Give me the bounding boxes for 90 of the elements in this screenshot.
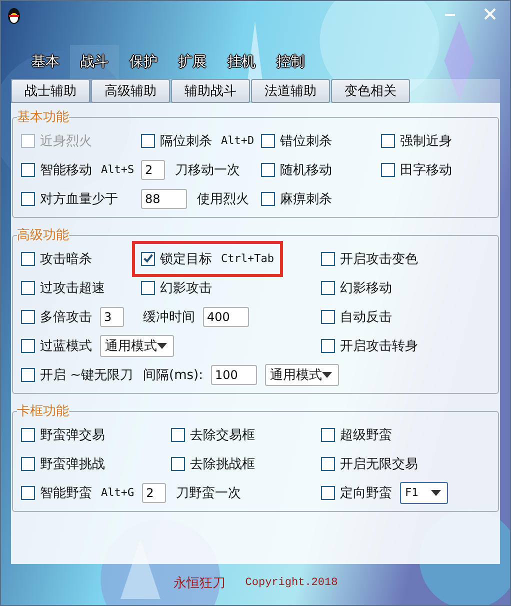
checkbox[interactable] bbox=[21, 280, 35, 294]
caret-icon bbox=[322, 372, 332, 378]
dropdown[interactable]: 通用模式 bbox=[265, 364, 339, 386]
group-title: 基本功能 bbox=[17, 109, 69, 126]
checkbox[interactable] bbox=[21, 456, 35, 470]
field-label: 缓冲时间 bbox=[143, 308, 195, 326]
checkbox-label: 开启攻击转身 bbox=[340, 338, 418, 354]
checkbox-label: 田字移动 bbox=[400, 162, 452, 178]
checkbox-label: 去除挑战框 bbox=[190, 456, 255, 472]
checkbox-label: 智能野蛮 bbox=[40, 484, 92, 502]
checkbox-label: 开启攻击变色 bbox=[340, 250, 418, 268]
tab[interactable]: 变色相关 bbox=[331, 79, 410, 103]
tab[interactable]: 高级辅助 bbox=[91, 79, 170, 103]
field-label: 间隔(ms): bbox=[143, 366, 203, 384]
checkbox-label: 多倍攻击 bbox=[40, 308, 92, 326]
checkbox-label: 自动反击 bbox=[340, 308, 392, 326]
app-name: 永恒狂刀 bbox=[173, 575, 226, 592]
checkbox[interactable] bbox=[261, 134, 275, 148]
checkbox[interactable] bbox=[21, 310, 35, 324]
group-title: 高级功能 bbox=[17, 227, 69, 244]
checkbox-label: 近身烈火 bbox=[40, 132, 92, 150]
penguin-icon bbox=[6, 7, 22, 25]
checkbox-label: 幻影攻击 bbox=[160, 280, 212, 296]
checkbox-label: 智能移动 bbox=[40, 162, 92, 178]
input-field[interactable]: 400 bbox=[203, 306, 249, 326]
input-field[interactable]: 88 bbox=[141, 188, 187, 208]
tab[interactable]: 战斗 bbox=[70, 45, 119, 79]
checkbox[interactable] bbox=[321, 310, 335, 324]
checkbox[interactable] bbox=[21, 192, 35, 206]
tab[interactable]: 辅助战斗 bbox=[171, 79, 250, 103]
input-field[interactable]: 100 bbox=[211, 364, 257, 384]
checkbox-label: 定向野蛮 bbox=[340, 484, 392, 502]
close-icon bbox=[484, 8, 496, 20]
field-label: 使用烈火 bbox=[197, 190, 249, 208]
field-label: 刀移动一次 bbox=[175, 162, 240, 178]
tab[interactable]: 法道辅助 bbox=[251, 79, 330, 103]
checkbox-label: 野蛮弹挑战 bbox=[40, 456, 105, 472]
checkbox[interactable] bbox=[171, 456, 185, 470]
checkbox-label: 错位刺杀 bbox=[280, 132, 332, 150]
checkbox-label: 随机移动 bbox=[280, 162, 332, 178]
tab[interactable]: 战士辅助 bbox=[11, 79, 90, 103]
caret-icon bbox=[157, 342, 167, 348]
tab[interactable]: 基本 bbox=[21, 45, 70, 79]
checkbox-label: 野蛮弹交易 bbox=[40, 426, 105, 444]
caret-icon bbox=[431, 490, 441, 496]
input-field[interactable]: 2 bbox=[142, 482, 166, 502]
checkbox[interactable] bbox=[141, 280, 155, 294]
checkbox[interactable] bbox=[21, 162, 35, 176]
checkbox-label: 开启无限交易 bbox=[340, 456, 418, 472]
checkbox-label: 攻击暗杀 bbox=[40, 250, 92, 268]
checkbox-label: 开启 ~键无限刀 bbox=[40, 366, 134, 384]
checkbox[interactable] bbox=[321, 338, 335, 352]
hotkey-label: Alt+G bbox=[101, 486, 134, 499]
checkbox[interactable] bbox=[321, 280, 335, 294]
checkbox[interactable] bbox=[321, 428, 335, 442]
checkbox[interactable] bbox=[141, 252, 155, 266]
checkbox-label: 对方血量少于 bbox=[40, 190, 118, 208]
hotkey-label: Ctrl+Tab bbox=[221, 252, 274, 265]
checkbox[interactable] bbox=[21, 368, 35, 382]
checkbox-label: 锁定目标 bbox=[160, 250, 212, 268]
checkbox-label: 强制近身 bbox=[400, 132, 452, 150]
checkbox-label: 麻痹刺杀 bbox=[280, 190, 332, 208]
copyright-text: Copyright.2018 bbox=[245, 577, 338, 589]
field-label: 刀野蛮一次 bbox=[176, 484, 242, 502]
checkbox-label: 去除交易框 bbox=[190, 426, 255, 444]
checkbox[interactable] bbox=[321, 456, 335, 470]
group-title: 卡框功能 bbox=[17, 403, 69, 420]
checkbox[interactable] bbox=[171, 428, 185, 442]
input-field[interactable]: 3 bbox=[100, 306, 124, 326]
dropdown[interactable]: 通用模式 bbox=[100, 334, 174, 356]
hotkey-label: Alt+S bbox=[101, 163, 134, 176]
checkbox[interactable] bbox=[141, 134, 155, 148]
checkbox[interactable] bbox=[21, 338, 35, 352]
hotkey-label: Alt+D bbox=[221, 134, 254, 147]
checkbox[interactable] bbox=[21, 486, 35, 500]
checkbox-label: 超级野蛮 bbox=[340, 426, 392, 444]
dropdown[interactable]: F1 bbox=[400, 482, 448, 504]
checkbox-label: 隔位刺杀 bbox=[160, 132, 212, 150]
checkbox-label: 过蓝模式 bbox=[40, 338, 92, 354]
checkbox[interactable] bbox=[381, 162, 395, 176]
checkbox[interactable] bbox=[21, 428, 35, 442]
checkbox-label: 过攻击超速 bbox=[40, 280, 105, 296]
checkbox[interactable] bbox=[381, 134, 395, 148]
checkbox[interactable] bbox=[321, 486, 335, 500]
checkbox[interactable] bbox=[321, 252, 335, 266]
checkbox[interactable] bbox=[261, 162, 275, 176]
checkbox-label: 幻影移动 bbox=[340, 280, 392, 296]
input-field[interactable]: 2 bbox=[141, 160, 165, 180]
checkbox[interactable] bbox=[21, 252, 35, 266]
checkbox[interactable] bbox=[261, 192, 275, 206]
